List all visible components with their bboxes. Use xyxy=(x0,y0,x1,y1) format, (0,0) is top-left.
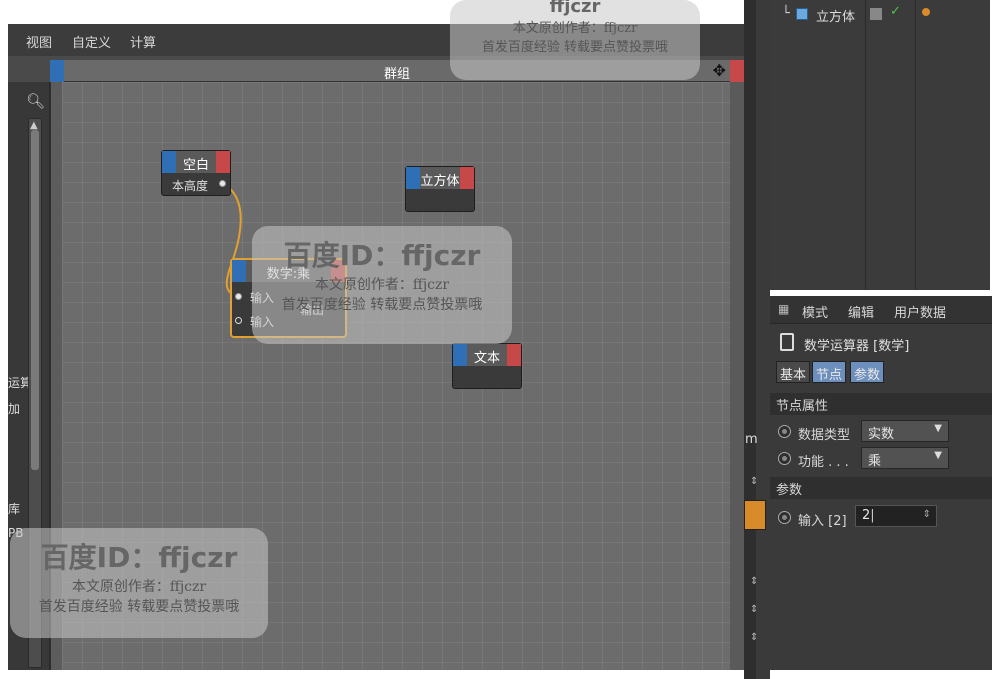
calculator-icon xyxy=(780,333,794,351)
data-type-label: 数据类型 xyxy=(798,428,851,443)
data-type-value: 实数 xyxy=(868,427,895,442)
menu-customize[interactable]: 自定义 xyxy=(72,32,111,51)
chevron-down-icon: ▼ xyxy=(934,423,942,434)
move-icon[interactable]: ✥ xyxy=(713,61,726,80)
tree-item-cube[interactable]: 立方体 xyxy=(816,6,855,25)
anim-radio[interactable] xyxy=(778,425,791,438)
tab-basic[interactable]: 基本 xyxy=(776,361,811,383)
watermark: 百度ID：ffjczr 本文原创作者：ffjczr 首发百度经验 转载要点赞投票… xyxy=(252,226,512,344)
column-divider xyxy=(915,0,916,290)
column-divider xyxy=(865,0,866,290)
section-params: 参数 xyxy=(770,477,992,499)
check-icon[interactable]: ✓ xyxy=(890,4,901,19)
cube-icon xyxy=(796,8,808,20)
attribute-menu: ▦ 模式 编辑 用户数据 xyxy=(770,296,992,324)
menu-user-data[interactable]: 用户数据 xyxy=(894,302,946,321)
watermark-note: 首发百度经验 转载要点赞投票哦 xyxy=(481,40,669,55)
menu-view[interactable]: 视图 xyxy=(26,32,52,51)
function-select[interactable]: 乘 ▼ xyxy=(861,447,949,469)
tag-icon[interactable] xyxy=(922,8,930,16)
output-port-dot[interactable] xyxy=(219,180,226,187)
watermark-id: 百度ID：ffjczr xyxy=(283,239,481,272)
text-cursor: | xyxy=(870,508,875,523)
watermark-author: 本文原创作者：ffjczr xyxy=(512,21,638,36)
node-null[interactable]: 空白 本高度 xyxy=(161,150,231,196)
side-label: 库 xyxy=(8,502,21,516)
watermark: ffjczr 本文原创作者：ffjczr 首发百度经验 转载要点赞投票哦 xyxy=(450,0,700,80)
anim-radio[interactable] xyxy=(778,452,791,465)
watermark-note: 首发百度经验 转载要点赞投票哦 xyxy=(281,297,483,313)
tab-params[interactable]: 参数 xyxy=(850,361,885,383)
menu-edit[interactable]: 编辑 xyxy=(848,302,874,321)
object-manager: └ 立方体 ✓ xyxy=(770,0,990,290)
input-2-field[interactable]: 2| ⇕ xyxy=(855,505,937,527)
film-icon[interactable] xyxy=(744,500,766,530)
search-icon[interactable]: 🔍︎ xyxy=(26,92,45,110)
watermark-note: 首发百度经验 转载要点赞投票哦 xyxy=(38,599,240,615)
spinner-icon[interactable]: ⇕ xyxy=(923,509,931,520)
tab-node[interactable]: 节点 xyxy=(812,361,847,383)
spinner-icon[interactable]: ⇕ xyxy=(750,476,758,487)
section-node-properties: 节点属性 xyxy=(770,393,992,415)
input-2-label: 输入 [2] xyxy=(798,514,847,529)
object-title: 数学运算器 [数学] xyxy=(804,339,910,354)
spinner-icon[interactable]: ⇕ xyxy=(750,576,758,587)
tree-branch: └ xyxy=(782,6,790,21)
input-port-dot[interactable] xyxy=(235,293,242,300)
spinner-icon[interactable]: ⇕ xyxy=(750,604,758,615)
function-label: 功能 . . . xyxy=(798,455,849,470)
menu-mode[interactable]: 模式 xyxy=(802,302,828,321)
watermark: 百度ID：ffjczr 本文原创作者：ffjczr 首发百度经验 转载要点赞投票… xyxy=(10,528,268,638)
watermark-author: 本文原创作者：ffjczr xyxy=(71,579,207,595)
node-output-port[interactable] xyxy=(216,151,230,173)
input-port-dot[interactable] xyxy=(235,317,242,324)
watermark-id: ffjczr xyxy=(549,0,601,17)
side-label: 加 xyxy=(8,402,21,416)
grid-icon[interactable]: ▦ xyxy=(778,302,789,316)
scrollbar-thumb[interactable] xyxy=(31,130,39,470)
group-output-port[interactable] xyxy=(730,60,744,82)
layer-icon[interactable] xyxy=(870,8,882,20)
anim-radio[interactable] xyxy=(778,511,791,524)
chevron-down-icon: ▼ xyxy=(934,450,942,461)
node-cube[interactable]: 立方体 xyxy=(405,166,475,212)
watermark-author: 本文原创作者：ffjczr xyxy=(314,277,450,293)
port-label: 本高度 xyxy=(172,179,209,193)
node-output-port[interactable] xyxy=(460,167,474,189)
watermark-id: 百度ID：ffjczr xyxy=(40,541,238,574)
menu-calculate[interactable]: 计算 xyxy=(130,32,156,51)
node-output-port[interactable] xyxy=(507,344,521,366)
side-letter: m xyxy=(745,432,758,447)
group-right-border xyxy=(730,82,744,670)
node-text[interactable]: 文本 xyxy=(452,343,522,389)
data-type-select[interactable]: 实数 ▼ xyxy=(861,420,949,442)
scroll-up-icon[interactable]: ▲ xyxy=(30,120,38,131)
function-value: 乘 xyxy=(868,454,882,469)
spinner-icon[interactable]: ⇕ xyxy=(750,632,758,643)
